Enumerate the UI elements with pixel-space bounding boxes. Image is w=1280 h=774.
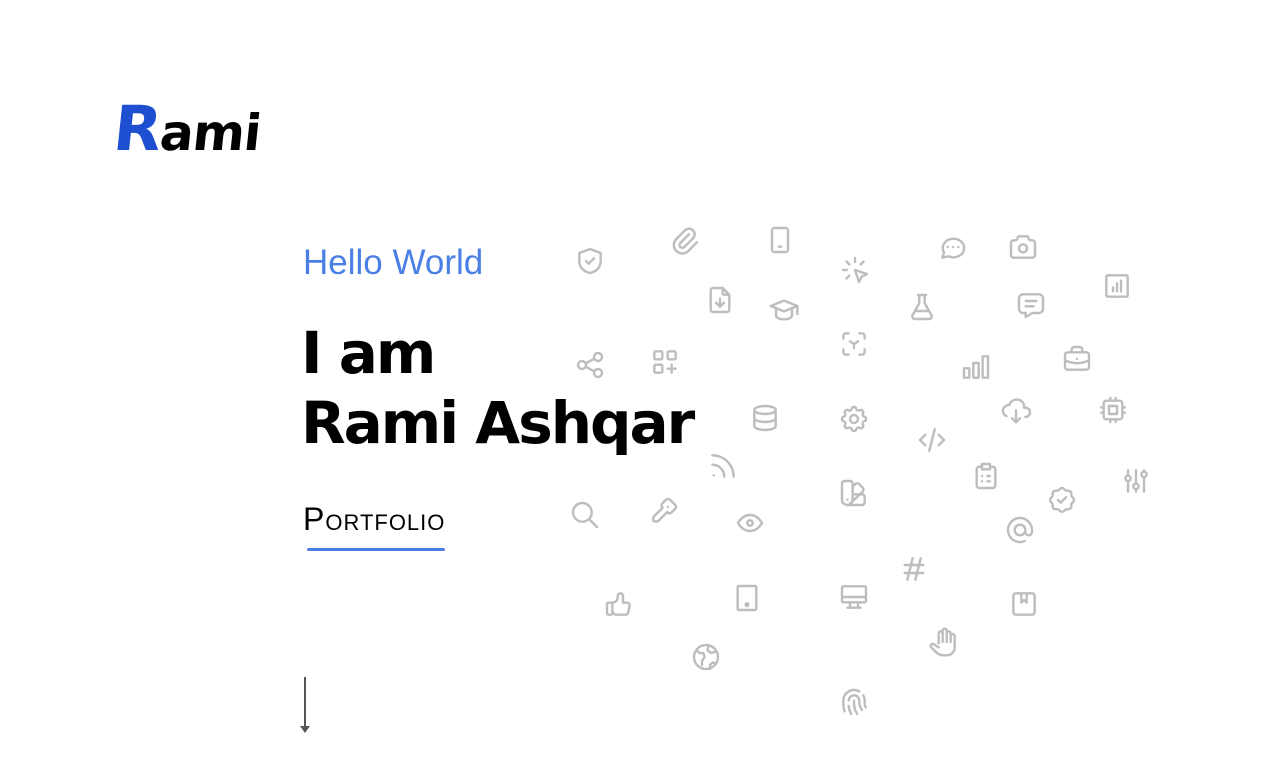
chart-bar-icon-glyph [962, 355, 990, 379]
share-icon [574, 349, 606, 381]
report-chart-icon [1101, 270, 1133, 302]
apps-plus-icon-glyph [653, 350, 677, 374]
flask-icon-glyph [911, 293, 933, 321]
device-tablet-icon [731, 582, 763, 614]
device-tablet-icon-glyph [736, 584, 758, 612]
device-mobile-icon-glyph [770, 226, 790, 254]
cloud-download-icon-glyph [1001, 398, 1032, 424]
message-dots-icon-glyph [941, 237, 966, 259]
cpu-icon-glyph [1099, 396, 1127, 424]
rosette-check-icon-glyph [1048, 486, 1076, 513]
cpu-icon [1097, 394, 1129, 426]
chart-bar-icon [960, 351, 992, 383]
hash-icon [898, 553, 930, 585]
file-download-icon [704, 284, 736, 316]
rosette-check-icon [1046, 484, 1078, 516]
search-icon-glyph [571, 501, 599, 529]
scan-icon-glyph [842, 332, 866, 356]
hand-stop-icon-glyph [929, 627, 956, 657]
apps-plus-icon [649, 346, 681, 378]
clipboard-list-icon-glyph [975, 462, 997, 490]
database-icon-glyph [753, 404, 777, 432]
clipboard-list-icon [970, 460, 1002, 492]
code-icon-glyph [918, 428, 946, 452]
briefcase-icon-glyph [1063, 345, 1091, 371]
eye-icon [734, 507, 766, 539]
logo-rest: ami [157, 104, 264, 162]
palette-icon-glyph [840, 479, 866, 507]
school-icon-glyph [769, 299, 799, 321]
hero-title: I am Rami Ashqar [301, 318, 695, 458]
shield-check-icon-glyph [578, 247, 602, 275]
camera-icon [1007, 231, 1039, 263]
hero-title-line1: I am [301, 319, 436, 387]
share-icon-glyph [576, 351, 604, 379]
adjustments-icon-glyph [1124, 469, 1148, 493]
scan-icon [838, 328, 870, 360]
settings-icon-glyph [840, 405, 868, 433]
paperclip-icon [669, 225, 701, 257]
camera-icon-glyph [1009, 235, 1037, 259]
palette-icon [838, 477, 870, 509]
world-icon-glyph [692, 643, 720, 671]
briefcase-icon [1061, 343, 1093, 375]
device-desktop-icon [838, 581, 870, 613]
cloud-download-icon [1000, 393, 1032, 425]
paperclip-icon-glyph [672, 227, 699, 255]
code-icon [916, 424, 948, 456]
bookmark-icon-glyph [1012, 592, 1036, 616]
message-icon-glyph [1017, 293, 1045, 319]
eye-icon-glyph [736, 513, 764, 533]
report-chart-icon-glyph [1105, 274, 1129, 298]
shield-check-icon [574, 245, 606, 277]
thumb-up-icon-glyph [605, 592, 631, 616]
adjustments-icon [1120, 465, 1152, 497]
key-icon [648, 495, 680, 527]
database-icon [749, 402, 781, 434]
rss-icon-glyph [711, 454, 735, 478]
greeting: Hello World [303, 243, 484, 282]
scroll-down-arrow-icon[interactable] [300, 677, 310, 733]
bookmark-icon [1008, 588, 1040, 620]
school-icon [768, 294, 800, 326]
device-desktop-icon-glyph [840, 585, 868, 609]
settings-icon [838, 403, 870, 435]
portfolio-link[interactable]: Portfolio [303, 501, 445, 538]
fingerprint-icon-glyph [842, 688, 867, 716]
device-mobile-icon [764, 224, 796, 256]
search-icon [569, 499, 601, 531]
click-icon [839, 254, 871, 286]
rss-icon [707, 450, 739, 482]
at-icon [1004, 514, 1036, 546]
hash-icon-glyph [903, 557, 925, 581]
hero-title-line2: Rami Ashqar [301, 389, 695, 457]
flask-icon [906, 291, 938, 323]
key-icon-glyph [652, 497, 678, 523]
logo[interactable]: Rami [110, 92, 264, 165]
fingerprint-icon [838, 686, 870, 718]
click-icon-glyph [841, 256, 869, 284]
at-icon-glyph [1006, 516, 1034, 544]
file-download-icon-glyph [709, 286, 731, 314]
thumb-up-icon [603, 588, 635, 620]
world-icon [690, 641, 722, 673]
logo-initial: R [110, 92, 165, 165]
message-icon [1015, 289, 1047, 321]
message-dots-icon [937, 231, 969, 263]
portfolio-underline [307, 548, 445, 551]
hand-stop-icon [928, 626, 960, 658]
